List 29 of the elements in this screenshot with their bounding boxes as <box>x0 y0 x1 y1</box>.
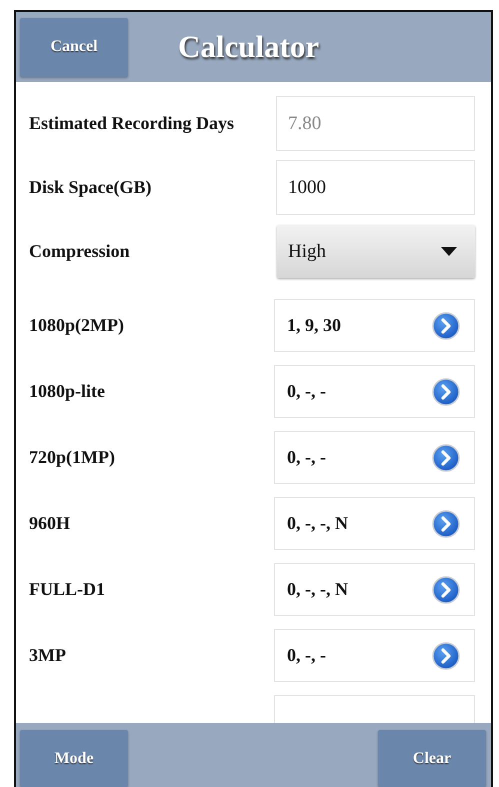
field-label: Estimated Recording Days <box>29 113 234 134</box>
input-field[interactable]: 1000 <box>276 160 475 215</box>
page-title: Calculator <box>178 29 320 65</box>
resolution-field[interactable]: 0, -, - <box>274 629 475 682</box>
chevron-right-icon[interactable] <box>432 642 460 670</box>
resolution-field[interactable]: 0, -, -, N <box>274 563 475 616</box>
field-label: Disk Space(GB) <box>29 177 152 198</box>
resolution-field[interactable]: 0, -, -, N <box>274 497 475 550</box>
chevron-right-icon[interactable] <box>432 312 460 340</box>
mode-button[interactable]: Mode <box>20 730 128 787</box>
clear-button[interactable]: Clear <box>378 730 486 787</box>
resolution-label: 720p(1MP) <box>29 447 115 468</box>
chevron-right-icon[interactable] <box>432 510 460 538</box>
resolution-field[interactable]: 0, -, - <box>274 365 475 418</box>
resolution-label: 960H <box>29 513 70 534</box>
resolution-label: 3MP <box>29 645 66 666</box>
chevron-right-icon[interactable] <box>432 576 460 604</box>
input-field[interactable]: 7.80 <box>276 96 475 151</box>
dropdown[interactable]: High <box>277 225 475 278</box>
field-label: Compression <box>29 241 130 262</box>
cancel-button[interactable]: Cancel <box>20 18 128 76</box>
resolution-label: FULL-D1 <box>29 579 105 600</box>
resolution-label: 1080p-lite <box>29 381 105 402</box>
caret-icon <box>441 247 457 256</box>
resolution-label: 1080p(2MP) <box>29 315 124 336</box>
resolution-field[interactable]: 0, -, - <box>274 431 475 484</box>
chevron-right-icon[interactable] <box>432 444 460 472</box>
chevron-right-icon[interactable] <box>432 378 460 406</box>
resolution-field[interactable]: 1, 9, 30 <box>274 299 475 352</box>
